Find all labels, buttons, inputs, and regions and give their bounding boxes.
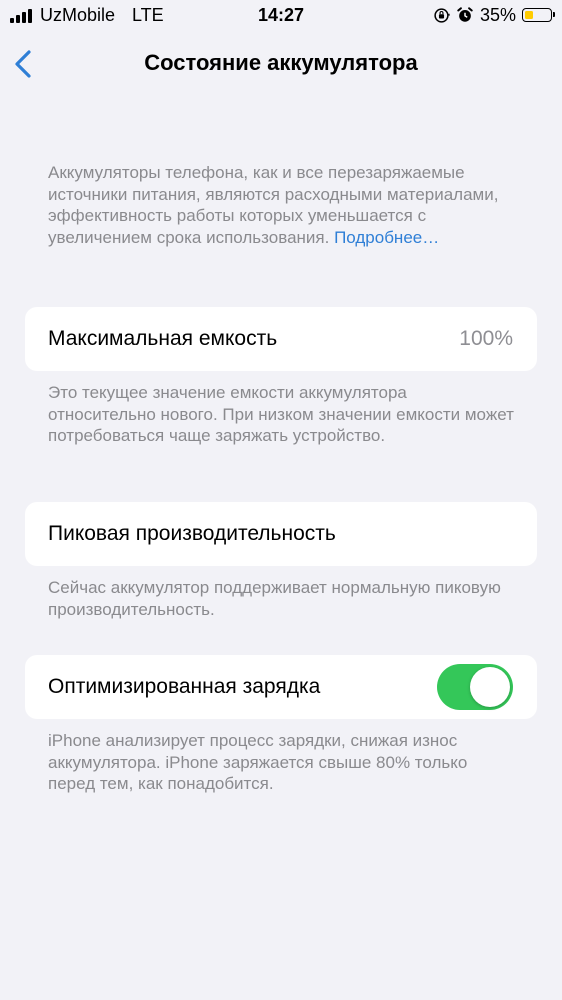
status-icons: 35% (433, 4, 555, 26)
optimized-charging-toggle[interactable] (437, 664, 513, 710)
optimized-charging-row: Оптимизированная зарядка (25, 655, 537, 719)
peak-performance-footnote: Сейчас аккумулятор поддерживает нормальн… (48, 578, 501, 619)
max-capacity-label: Максимальная емкость (48, 327, 278, 350)
peak-performance-row: Пиковая производительность (25, 502, 537, 566)
battery-icon (522, 8, 555, 22)
page-title: Состояние аккумулятора (144, 50, 418, 75)
optimized-charging-footnote: iPhone анализирует процесс зарядки, сниж… (48, 731, 468, 793)
orientation-lock-icon (434, 7, 450, 23)
navigation-bar: Состояние аккумулятора (0, 40, 562, 88)
max-capacity-value: 100% (459, 327, 513, 350)
battery-percent: 35% (479, 4, 516, 25)
peak-performance-label: Пиковая производительность (48, 522, 336, 545)
battery-fill (525, 11, 533, 19)
optimized-charging-label: Оптимизированная зарядка (48, 675, 321, 698)
alarm-icon (457, 7, 473, 22)
max-capacity-row: Максимальная емкость 100% (25, 307, 537, 371)
intro-description: Аккумуляторы телефона, как и все перезар… (48, 162, 518, 248)
status-bar: UzMobile LTE 14:27 35% (0, 0, 562, 32)
toggle-knob (470, 667, 510, 707)
max-capacity-footnote: Это текущее значение емкости аккумулятор… (48, 383, 514, 445)
learn-more-link[interactable]: Подробнее… (334, 228, 439, 247)
